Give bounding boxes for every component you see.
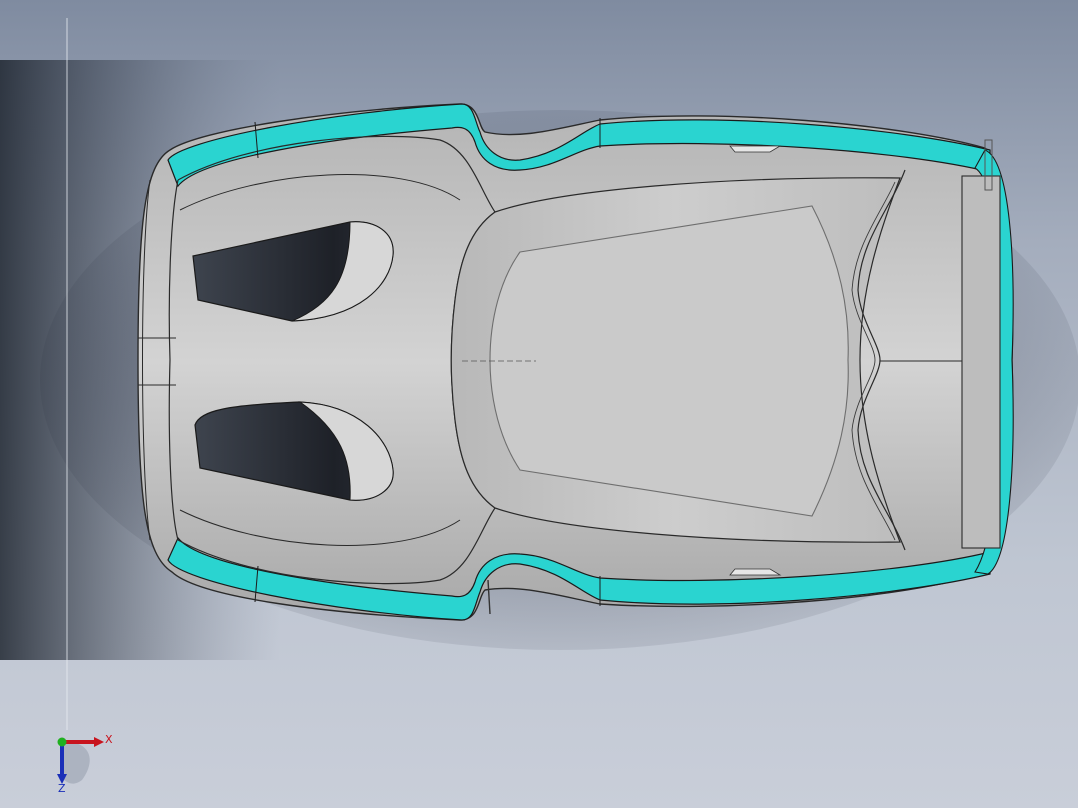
triad-y-axis bbox=[57, 737, 67, 747]
triad-x-label: X bbox=[105, 733, 113, 746]
model-canvas[interactable] bbox=[0, 0, 1078, 808]
triad-shadow bbox=[62, 741, 90, 784]
front-panel bbox=[961, 175, 1001, 549]
seat-cushion-inner bbox=[489, 205, 849, 517]
graphics-viewport[interactable]: X Z bbox=[0, 0, 1078, 808]
view-triad[interactable]: X Z bbox=[48, 728, 138, 798]
triad-z-label: Z bbox=[58, 782, 66, 795]
triad-x-arrow bbox=[94, 737, 104, 747]
